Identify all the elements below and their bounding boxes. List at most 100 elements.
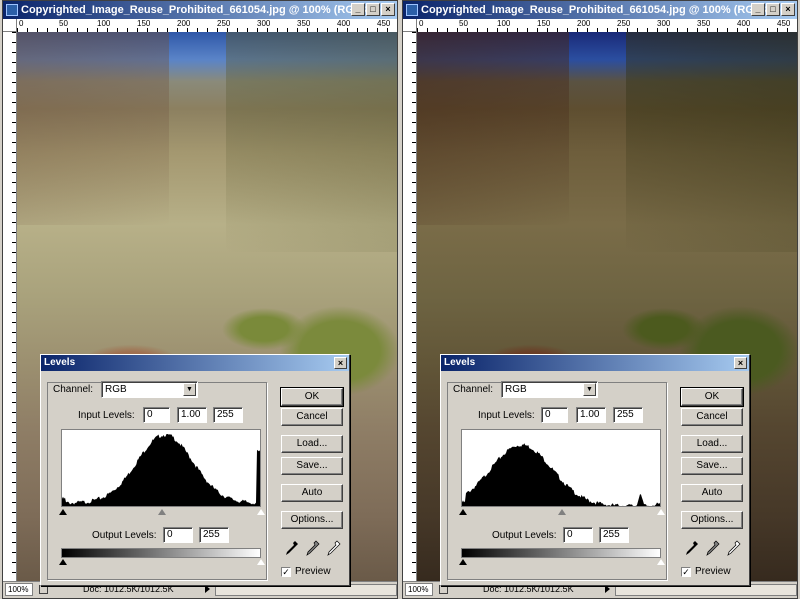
histogram-graph (462, 443, 660, 506)
chevron-down-icon[interactable]: ▼ (183, 383, 196, 396)
cancel-button[interactable]: Cancel (281, 408, 343, 426)
auto-button[interactable]: Auto (681, 484, 743, 502)
status-info-icon[interactable] (439, 585, 448, 594)
ruler-label: 200 (177, 19, 191, 28)
input-black-slider[interactable] (459, 509, 467, 515)
input-gamma-slider[interactable] (158, 509, 166, 515)
output-gradient-bar (461, 548, 661, 558)
vertical-ruler[interactable] (3, 32, 17, 582)
ruler-label: 50 (459, 19, 468, 28)
maximize-button[interactable]: □ (766, 3, 780, 16)
ruler-label: 350 (697, 19, 711, 28)
status-menu-arrow-icon[interactable] (205, 585, 210, 593)
input-black-slider[interactable] (59, 509, 67, 515)
black-eyedropper-icon[interactable] (285, 540, 299, 556)
photo-cliff-right (226, 32, 397, 252)
ruler-label: 0 (419, 19, 424, 28)
output-black-slider[interactable] (459, 559, 467, 565)
status-info-icon[interactable] (39, 585, 48, 594)
channel-select[interactable]: RGB ▼ (501, 381, 598, 398)
options-button[interactable]: Options... (681, 511, 743, 529)
channel-select[interactable]: RGB ▼ (101, 381, 198, 398)
output-white-slider[interactable] (257, 559, 265, 565)
ruler-label: 400 (337, 19, 351, 28)
black-eyedropper-icon[interactable] (685, 540, 699, 556)
vertical-ruler[interactable] (403, 32, 417, 582)
minimize-button[interactable]: _ (751, 3, 765, 16)
channel-label: Channel: (453, 384, 494, 395)
auto-button[interactable]: Auto (281, 484, 343, 502)
white-eyedropper-icon[interactable] (327, 540, 341, 556)
output-white-field[interactable]: 255 (599, 527, 629, 543)
input-white-slider[interactable] (257, 509, 265, 515)
ruler-origin[interactable] (403, 19, 417, 32)
cancel-button[interactable]: Cancel (681, 408, 743, 426)
output-white-slider[interactable] (657, 559, 665, 565)
histogram (61, 429, 261, 507)
input-levels-label: Input Levels: (78, 410, 135, 421)
save-button[interactable]: Save... (681, 457, 743, 475)
load-button[interactable]: Load... (281, 435, 343, 453)
window-title: Copyrighted_Image_Reuse_Prohibited_66105… (21, 4, 381, 16)
load-button[interactable]: Load... (681, 435, 743, 453)
input-black-field[interactable]: 0 (143, 407, 170, 423)
options-button[interactable]: Options... (281, 511, 343, 529)
horizontal-ruler[interactable]: 0 50 100 150 200 250 300 350 400 450 (417, 19, 797, 33)
close-button[interactable]: × (781, 3, 795, 16)
preview-checkbox[interactable]: ✓ (681, 567, 691, 577)
chevron-down-icon[interactable]: ▼ (583, 383, 596, 396)
document-window-right[interactable]: Copyrighted_Image_Reuse_Prohibited_66105… (402, 0, 798, 599)
ok-button[interactable]: OK (680, 387, 744, 407)
levels-dialog[interactable]: Levels × Channel: RGB ▼ Input Levels: 0 … (40, 354, 350, 586)
horizontal-ruler[interactable]: 0 50 100 150 200 250 300 350 400 450 (17, 19, 397, 33)
output-black-slider[interactable] (59, 559, 67, 565)
gray-eyedropper-icon[interactable] (706, 540, 720, 556)
window-titlebar[interactable]: Copyrighted_Image_Reuse_Prohibited_66105… (403, 1, 797, 19)
output-black-field[interactable]: 0 (163, 527, 193, 543)
input-white-field[interactable]: 255 (613, 407, 643, 423)
channel-label: Channel: (53, 384, 94, 395)
maximize-button[interactable]: □ (366, 3, 380, 16)
dialog-close-button[interactable]: × (334, 357, 347, 369)
save-button[interactable]: Save... (281, 457, 343, 475)
preview-checkbox[interactable]: ✓ (281, 567, 291, 577)
ruler-label: 100 (497, 19, 511, 28)
channel-value: RGB (105, 384, 127, 395)
ruler-label: 150 (137, 19, 151, 28)
photoshop-icon (406, 4, 418, 16)
input-gamma-field[interactable]: 1.00 (576, 407, 606, 423)
photo-cliff-right (626, 32, 797, 252)
levels-dialog-title: Levels (44, 357, 76, 368)
document-window-left[interactable]: Copyrighted_Image_Reuse_Prohibited_66105… (2, 0, 398, 599)
input-gamma-slider[interactable] (558, 509, 566, 515)
output-black-field[interactable]: 0 (563, 527, 593, 543)
levels-dialog-titlebar[interactable]: Levels × (441, 355, 749, 371)
ok-button[interactable]: OK (280, 387, 344, 407)
ruler-origin[interactable] (3, 19, 17, 32)
input-gamma-field[interactable]: 1.00 (177, 407, 207, 423)
histogram-shape (62, 434, 260, 506)
minimize-button[interactable]: _ (351, 3, 365, 16)
zoom-field[interactable]: 100% (405, 583, 433, 596)
close-button[interactable]: × (381, 3, 395, 16)
ruler-label: 150 (537, 19, 551, 28)
preview-label: Preview (295, 566, 331, 577)
levels-dialog-titlebar[interactable]: Levels × (41, 355, 349, 371)
input-white-field[interactable]: 255 (213, 407, 243, 423)
ruler-label: 300 (657, 19, 671, 28)
output-gradient-bar (61, 548, 261, 558)
gray-eyedropper-icon[interactable] (306, 540, 320, 556)
zoom-field[interactable]: 100% (5, 583, 33, 596)
levels-dialog[interactable]: Levels × Channel: RGB ▼ Input Levels: 0 … (440, 354, 750, 586)
photo-cliff-left (17, 32, 169, 225)
status-menu-arrow-icon[interactable] (605, 585, 610, 593)
preview-label: Preview (695, 566, 731, 577)
output-white-field[interactable]: 255 (199, 527, 229, 543)
window-titlebar[interactable]: Copyrighted_Image_Reuse_Prohibited_66105… (3, 1, 397, 19)
input-white-slider[interactable] (657, 509, 665, 515)
dialog-close-button[interactable]: × (734, 357, 747, 369)
ruler-label: 250 (617, 19, 631, 28)
input-black-field[interactable]: 0 (541, 407, 568, 423)
white-eyedropper-icon[interactable] (727, 540, 741, 556)
ruler-label: 350 (297, 19, 311, 28)
